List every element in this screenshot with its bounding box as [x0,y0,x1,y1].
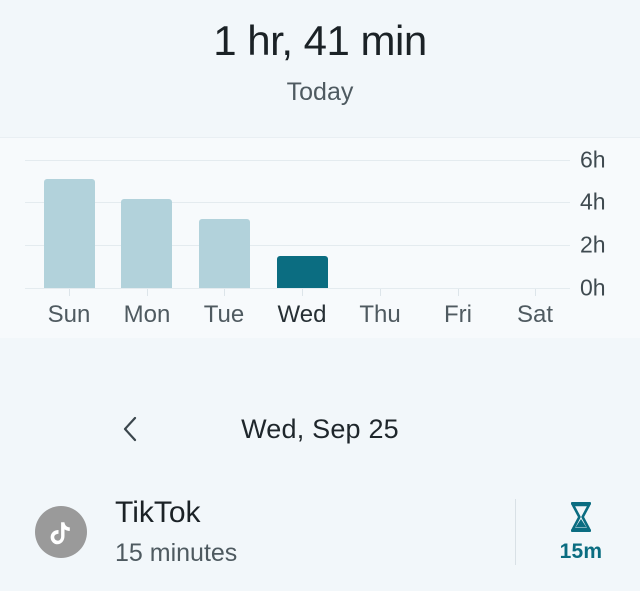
hourglass-icon [566,500,596,534]
xtick-mon [147,289,148,297]
daylabel-thu[interactable]: Thu [345,301,415,329]
date-navigation: Wed, Sep 25 [0,403,640,455]
app-usage-row[interactable]: TikTok 15 minutes 15m [0,483,640,581]
row-divider [515,499,516,565]
chevron-left-icon [119,414,141,444]
app-name: TikTok [115,495,201,529]
selected-date-label: Wed, Sep 25 [241,413,399,444]
daylabel-wed[interactable]: Wed [267,301,337,329]
bar-sun[interactable] [44,179,95,289]
usage-period-label: Today [286,78,354,107]
app-timer-label: 15m [559,540,603,563]
bar-mon[interactable] [121,199,172,289]
total-usage-time: 1 hr, 41 min [213,17,427,64]
daylabel-mon[interactable]: Mon [112,301,182,329]
app-timer-button[interactable]: 15m [550,500,612,564]
tiktok-icon [35,506,87,558]
previous-day-button[interactable] [108,407,152,451]
bar-wed[interactable] [277,256,328,289]
xtick-sun [69,289,70,297]
xtick-tue [224,289,225,297]
xtick-sat [535,289,536,297]
xtick-wed [302,289,303,297]
xtick-thu [380,289,381,297]
weekly-usage-chart: 6h 4h 2h 0h Sun Mon Tue Wed Thu Fri Sat [0,137,640,339]
app-duration: 15 minutes [115,539,238,568]
daylabel-sun[interactable]: Sun [34,301,104,329]
daylabel-fri[interactable]: Fri [423,301,493,329]
chart-plot-area: 6h 4h 2h 0h Sun Mon Tue Wed Thu Fri Sat [0,138,640,338]
bar-tue[interactable] [199,219,250,289]
xtick-fri [458,289,459,297]
app-info: TikTok 15 minutes [115,496,515,568]
daylabel-tue[interactable]: Tue [189,301,259,329]
usage-header: 1 hr, 41 min Today [0,0,640,107]
daylabel-sat[interactable]: Sat [500,301,570,329]
